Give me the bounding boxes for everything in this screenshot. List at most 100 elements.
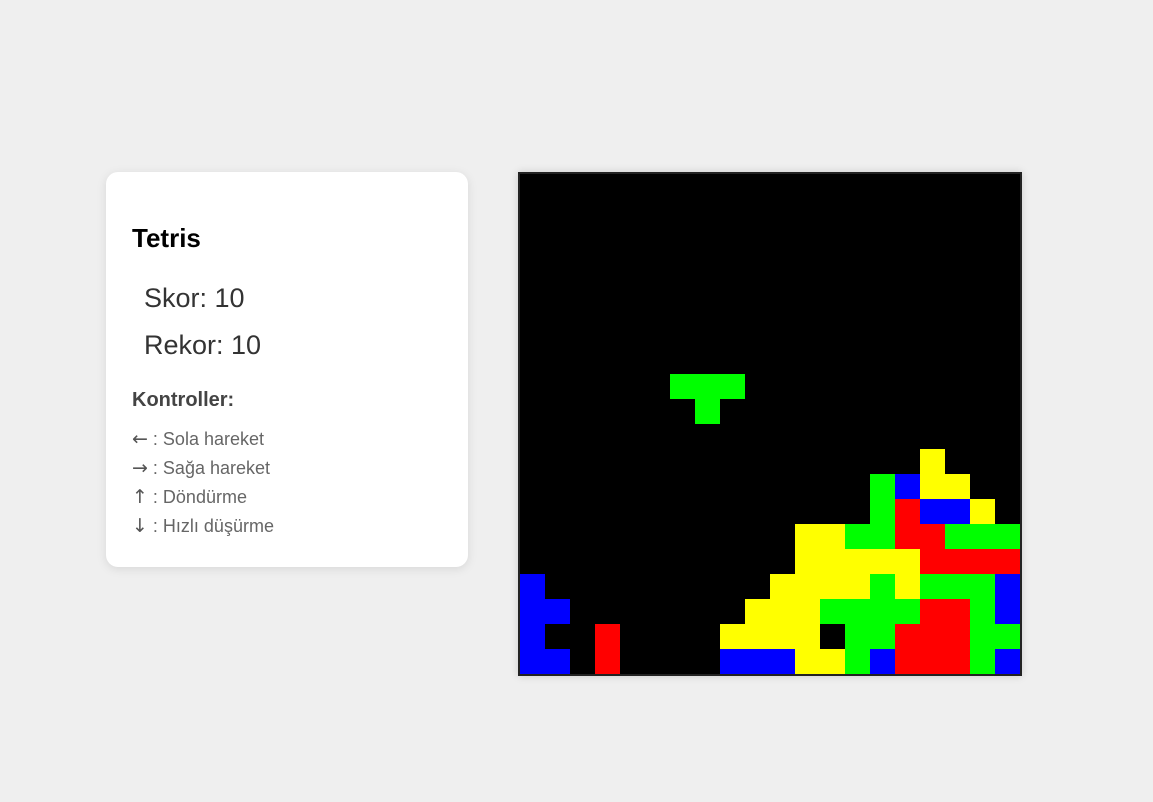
settled-block-yellow <box>745 599 770 624</box>
settled-block-yellow <box>770 574 795 599</box>
settled-block-blue <box>995 574 1020 599</box>
control-drop: ↓ : Hızlı düşürme <box>132 512 442 541</box>
settled-block-blue <box>545 649 570 674</box>
settled-block-red <box>920 549 945 574</box>
settled-block-green <box>920 574 945 599</box>
settled-block-yellow <box>745 624 770 649</box>
settled-block-yellow <box>845 549 870 574</box>
settled-block-green <box>845 599 870 624</box>
controls-list: ← : Sola hareket → : Sağa hareket ↑ : Dö… <box>132 425 442 541</box>
settled-block-green <box>970 524 995 549</box>
settled-block-yellow <box>920 449 945 474</box>
score-display: Skor: 10 <box>144 283 245 313</box>
settled-block-red <box>895 649 920 674</box>
info-panel: Tetris Skor: 10 Rekor: 10 Kontroller: ← … <box>106 172 468 567</box>
settled-block-green <box>995 524 1020 549</box>
settled-block-red <box>945 599 970 624</box>
settled-block-red <box>945 649 970 674</box>
settled-block-blue <box>520 649 545 674</box>
controls-heading: Kontroller: <box>132 389 235 411</box>
settled-block-blue <box>945 499 970 524</box>
settled-block-red <box>920 624 945 649</box>
settled-block-red <box>945 549 970 574</box>
settled-block-red <box>595 649 620 674</box>
game-title: Tetris <box>132 223 201 253</box>
settled-block-green <box>995 624 1020 649</box>
settled-block-yellow <box>845 574 870 599</box>
control-right-label: : Sağa hareket <box>147 458 271 478</box>
settled-block-yellow <box>920 474 945 499</box>
settled-block-yellow <box>945 474 970 499</box>
settled-block-yellow <box>770 599 795 624</box>
settled-block-green <box>870 474 895 499</box>
control-right: → : Sağa hareket <box>132 454 442 483</box>
settled-block-yellow <box>795 574 820 599</box>
record-display: Rekor: 10 <box>144 330 262 360</box>
settled-block-yellow <box>820 574 845 599</box>
settled-block-yellow <box>820 649 845 674</box>
settled-block-red <box>920 524 945 549</box>
settled-block-yellow <box>770 624 795 649</box>
settled-block-green <box>870 499 895 524</box>
settled-block-blue <box>770 649 795 674</box>
settled-block-green <box>870 574 895 599</box>
arrow-right-icon: → <box>132 457 148 479</box>
game-board-canvas <box>520 374 1020 674</box>
settled-block-green <box>870 524 895 549</box>
settled-block-blue <box>720 649 745 674</box>
settled-block-red <box>920 599 945 624</box>
arrow-up-icon: ↑ <box>132 486 148 508</box>
settled-block-yellow <box>895 574 920 599</box>
settled-block-blue <box>520 599 545 624</box>
settled-block-yellow <box>795 549 820 574</box>
falling-piece-block <box>670 374 695 399</box>
settled-block-blue <box>920 499 945 524</box>
control-left-label: : Sola hareket <box>147 429 264 449</box>
arrow-down-icon: ↓ <box>132 515 148 537</box>
settled-block-red <box>895 524 920 549</box>
settled-block-red <box>895 624 920 649</box>
settled-block-red <box>995 549 1020 574</box>
falling-piece-block <box>720 374 745 399</box>
settled-block-green <box>970 624 995 649</box>
settled-block-blue <box>895 474 920 499</box>
control-drop-label: : Hızlı düşürme <box>147 516 274 536</box>
settled-block-red <box>970 549 995 574</box>
settled-block-green <box>945 574 970 599</box>
settled-block-yellow <box>720 624 745 649</box>
settled-block-green <box>845 649 870 674</box>
settled-block-blue <box>545 599 570 624</box>
settled-block-yellow <box>795 524 820 549</box>
settled-block-yellow <box>970 499 995 524</box>
settled-block-red <box>595 624 620 649</box>
settled-block-yellow <box>895 549 920 574</box>
settled-block-blue <box>870 649 895 674</box>
settled-block-yellow <box>820 524 845 549</box>
settled-block-green <box>895 599 920 624</box>
settled-block-yellow <box>870 549 895 574</box>
settled-block-yellow <box>795 624 820 649</box>
settled-block-red <box>895 499 920 524</box>
game-board[interactable] <box>518 172 1022 676</box>
settled-block-yellow <box>795 599 820 624</box>
control-rotate-label: : Döndürme <box>147 487 247 507</box>
settled-block-blue <box>745 649 770 674</box>
settled-block-green <box>845 524 870 549</box>
arrow-left-icon: ← <box>132 428 148 450</box>
settled-block-yellow <box>795 649 820 674</box>
settled-block-green <box>870 599 895 624</box>
settled-block-blue <box>520 574 545 599</box>
settled-block-green <box>970 599 995 624</box>
settled-block-red <box>945 624 970 649</box>
settled-block-green <box>970 574 995 599</box>
settled-block-green <box>970 649 995 674</box>
falling-piece-block <box>695 374 720 399</box>
settled-block-red <box>920 649 945 674</box>
control-rotate: ↑ : Döndürme <box>132 483 442 512</box>
settled-block-yellow <box>820 549 845 574</box>
settled-block-green <box>845 624 870 649</box>
control-left: ← : Sola hareket <box>132 425 442 454</box>
settled-block-blue <box>520 624 545 649</box>
settled-block-green <box>945 524 970 549</box>
settled-block-blue <box>995 599 1020 624</box>
